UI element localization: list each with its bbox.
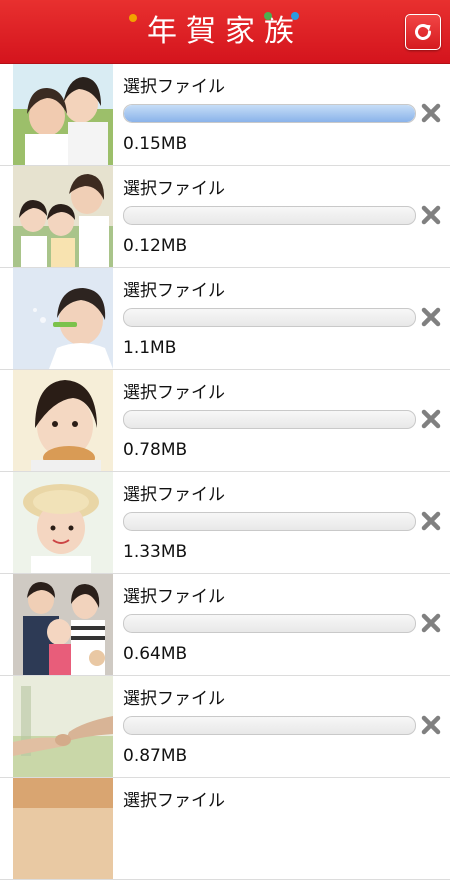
- file-size: 0.15MB: [123, 134, 188, 154]
- delete-icon[interactable]: [420, 102, 442, 124]
- delete-icon[interactable]: [420, 408, 442, 430]
- photo-thumbnail: [13, 268, 113, 369]
- list-item: 選択ファイル: [0, 778, 450, 880]
- photo-thumbnail: [13, 64, 113, 165]
- file-label: 選択ファイル: [123, 281, 225, 301]
- delete-icon[interactable]: [420, 306, 442, 328]
- upload-progress-bar: [123, 104, 416, 123]
- photo-thumbnail: [13, 574, 113, 675]
- app-title: 年賀家族: [147, 14, 303, 49]
- photo-thumbnail: [13, 472, 113, 573]
- upload-list: 選択ファイル 0.15MB 選択ファイル 0.12MB 選択ファイル 1.1MB…: [0, 64, 450, 880]
- refresh-icon: [415, 24, 431, 40]
- file-size: 0.87MB: [123, 746, 188, 766]
- upload-progress-bar: [123, 206, 416, 225]
- upload-progress-bar: [123, 716, 416, 735]
- list-item: 選択ファイル 0.78MB: [0, 370, 450, 472]
- delete-icon[interactable]: [420, 204, 442, 226]
- file-size: 0.78MB: [123, 440, 188, 460]
- file-size: 1.33MB: [123, 542, 188, 562]
- upload-progress-bar: [123, 410, 416, 429]
- app-header: 年賀家族: [0, 0, 450, 64]
- file-size: 0.12MB: [123, 236, 188, 256]
- list-item: 選択ファイル 0.87MB: [0, 676, 450, 778]
- list-item: 選択ファイル 0.64MB: [0, 574, 450, 676]
- list-item: 選択ファイル 1.33MB: [0, 472, 450, 574]
- list-item: 選択ファイル 0.15MB: [0, 64, 450, 166]
- refresh-button[interactable]: [405, 14, 441, 50]
- photo-thumbnail: [13, 166, 113, 267]
- file-size: 1.1MB: [123, 338, 177, 358]
- file-label: 選択ファイル: [123, 77, 225, 97]
- photo-thumbnail: [13, 370, 113, 471]
- list-item: 選択ファイル 0.12MB: [0, 166, 450, 268]
- list-item: 選択ファイル 1.1MB: [0, 268, 450, 370]
- file-label: 選択ファイル: [123, 383, 225, 403]
- progress-fill: [124, 105, 415, 122]
- delete-icon[interactable]: [420, 714, 442, 736]
- delete-icon[interactable]: [420, 510, 442, 532]
- upload-progress-bar: [123, 614, 416, 633]
- photo-thumbnail: [13, 676, 113, 777]
- upload-progress-bar: [123, 512, 416, 531]
- photo-thumbnail: [13, 778, 113, 879]
- file-size: 0.64MB: [123, 644, 188, 664]
- delete-icon[interactable]: [420, 612, 442, 634]
- file-label: 選択ファイル: [123, 689, 225, 709]
- file-label: 選択ファイル: [123, 179, 225, 199]
- file-label: 選択ファイル: [123, 791, 225, 811]
- file-label: 選択ファイル: [123, 485, 225, 505]
- upload-progress-bar: [123, 308, 416, 327]
- file-label: 選択ファイル: [123, 587, 225, 607]
